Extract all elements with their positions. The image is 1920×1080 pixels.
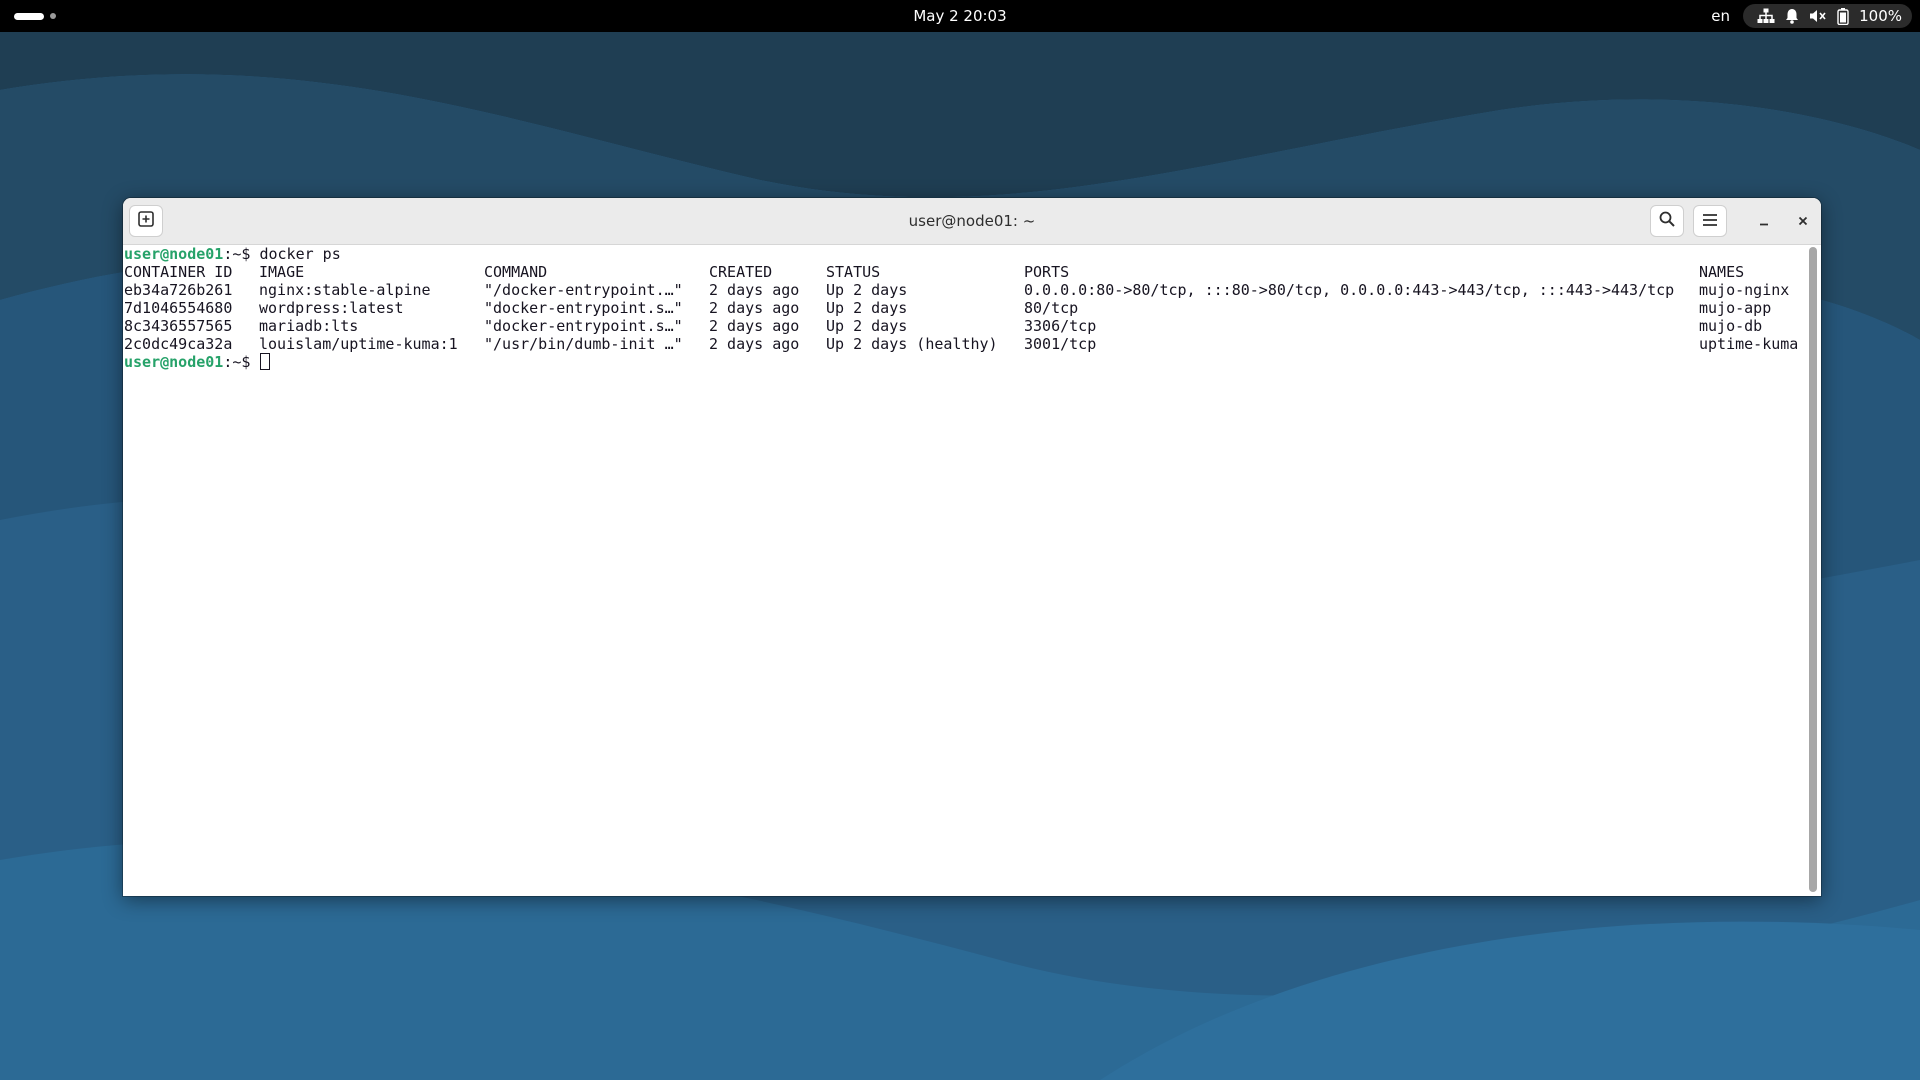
container-command: "/usr/bin/dumb-init …" — [484, 335, 683, 353]
battery-icon — [1837, 7, 1849, 25]
container-command: "docker-entrypoint.s…" — [484, 299, 683, 317]
container-image: louislam/uptime-kuma:1 — [259, 335, 458, 353]
container-name: uptime-kuma — [1699, 335, 1799, 353]
container-created: 2 days ago — [709, 299, 800, 317]
battery-percentage: 100% — [1859, 7, 1902, 25]
container-ports: 3306/tcp — [1024, 317, 1097, 335]
workspace-indicator-active — [14, 12, 44, 20]
container-image: nginx:stable-alpine — [259, 281, 431, 299]
workspace-indicator — [50, 13, 56, 19]
network-icon — [1757, 8, 1775, 24]
container-command: "/docker-entrypoint.…" — [484, 281, 683, 299]
clock-area: May 2 20:03 — [0, 0, 1920, 32]
column-header: CREATED — [709, 263, 773, 281]
terminal-scrollbar[interactable] — [1809, 247, 1817, 892]
container-created: 2 days ago — [709, 335, 800, 353]
table-row: 8c3436557565 mariadb:lts "docker-entrypo… — [124, 317, 1804, 335]
search-icon — [1659, 211, 1675, 231]
close-button[interactable] — [1786, 205, 1820, 237]
prompt-path: :~$ — [223, 353, 260, 371]
container-created: 2 days ago — [709, 281, 800, 299]
main-menu-button[interactable] — [1693, 205, 1727, 237]
column-header: STATUS — [826, 263, 881, 281]
table-row: 2c0dc49ca32a louislam/uptime-kuma:1 "/us… — [124, 335, 1804, 353]
container-id: eb34a726b261 — [124, 281, 233, 299]
column-header: NAMES — [1699, 263, 1745, 281]
prompt-path: :~$ — [223, 245, 260, 263]
new-tab-icon — [138, 211, 154, 231]
system-menu[interactable]: 100% — [1743, 4, 1912, 28]
container-command: "docker-entrypoint.s…" — [484, 317, 683, 335]
table-row: eb34a726b261 nginx:stable-alpine "/docke… — [124, 281, 1804, 299]
container-status: Up 2 days — [826, 281, 908, 299]
terminal-output[interactable]: user@node01:~$ docker ps CONTAINER ID IM… — [123, 245, 1807, 896]
container-status: Up 2 days — [826, 299, 908, 317]
search-button[interactable] — [1650, 205, 1684, 237]
command-text: docker ps — [259, 245, 341, 263]
table-row: 7d1046554680 wordpress:latest "docker-en… — [124, 299, 1804, 317]
container-id: 7d1046554680 — [124, 299, 233, 317]
column-header: PORTS — [1024, 263, 1070, 281]
container-id: 8c3436557565 — [124, 317, 233, 335]
table-header-row: CONTAINER ID IMAGE COMMAND CREATED STATU… — [124, 263, 1804, 281]
container-name: mujo-nginx — [1699, 281, 1790, 299]
container-name: mujo-db — [1699, 317, 1763, 335]
command-line: user@node01:~$ docker ps — [124, 245, 341, 263]
top-bar: May 2 20:03 en 100% — [0, 0, 1920, 32]
hamburger-menu-icon — [1702, 212, 1718, 231]
minimize-icon — [1758, 212, 1770, 231]
container-id: 2c0dc49ca32a — [124, 335, 233, 353]
window-header-bar[interactable]: user@node01: ~ — [123, 198, 1821, 245]
container-status: Up 2 days — [826, 317, 908, 335]
container-status: Up 2 days (healthy) — [826, 335, 998, 353]
activities-button[interactable] — [14, 10, 56, 22]
column-header: IMAGE — [259, 263, 305, 281]
container-image: wordpress:latest — [259, 299, 404, 317]
text-cursor — [260, 353, 271, 370]
prompt-line: user@node01:~$ — [124, 353, 271, 371]
prompt-user: user@node01 — [124, 245, 224, 263]
volume-muted-icon — [1809, 8, 1827, 24]
close-icon — [1797, 212, 1809, 231]
column-header: COMMAND — [484, 263, 548, 281]
bell-icon — [1785, 8, 1799, 24]
container-ports: 3001/tcp — [1024, 335, 1097, 353]
clock-label[interactable]: May 2 20:03 — [913, 7, 1006, 25]
terminal-window[interactable]: user@node01: ~ user@node01:~$ docker ps … — [123, 198, 1821, 896]
container-created: 2 days ago — [709, 317, 800, 335]
window-title: user@node01: ~ — [908, 212, 1036, 230]
container-ports: 0.0.0.0:80->80/tcp, :::80->80/tcp, 0.0.0… — [1024, 281, 1675, 299]
minimize-button[interactable] — [1747, 205, 1781, 237]
column-header: CONTAINER ID — [124, 263, 233, 281]
container-ports: 80/tcp — [1024, 299, 1079, 317]
prompt-user: user@node01 — [124, 353, 224, 371]
new-tab-button[interactable] — [129, 205, 163, 237]
container-name: mujo-app — [1699, 299, 1772, 317]
container-image: mariadb:lts — [259, 317, 359, 335]
language-indicator[interactable]: en — [1711, 0, 1730, 32]
